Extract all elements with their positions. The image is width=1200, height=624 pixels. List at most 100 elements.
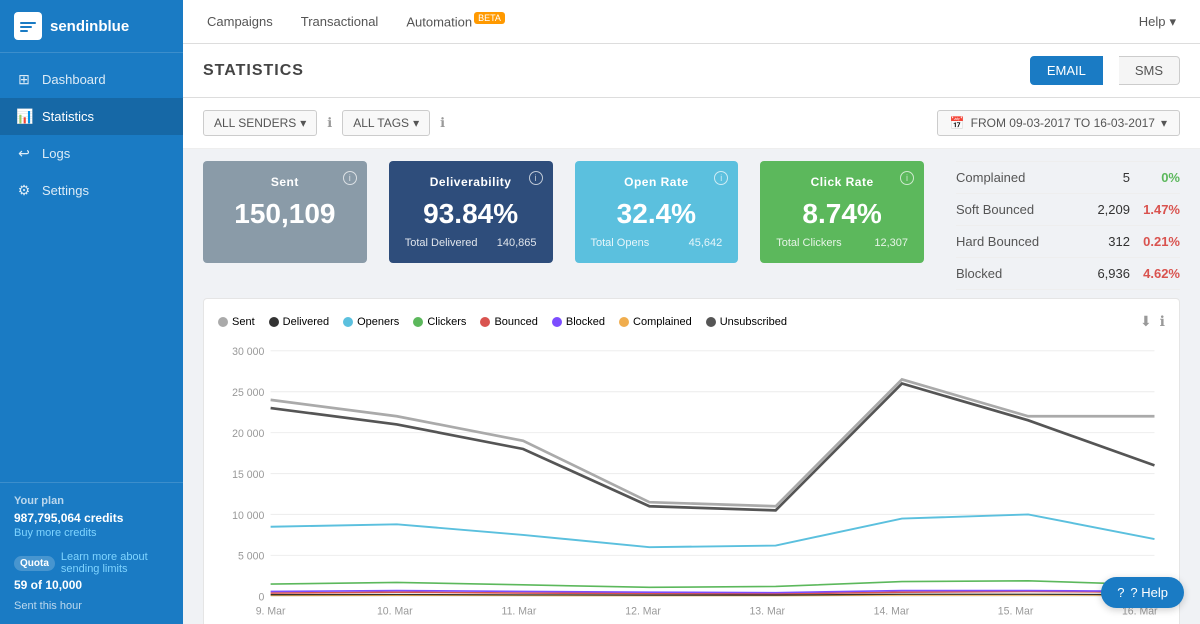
sent-info-icon[interactable]: i: [343, 171, 357, 185]
settings-icon: ⚙: [16, 182, 32, 199]
filters-row: ALL SENDERS ▾ ℹ ALL TAGS ▾ ℹ 📅 FROM 09-0…: [183, 98, 1200, 149]
quota-count: 59 of 10,000: [14, 578, 169, 592]
logs-icon: ↩: [16, 145, 32, 162]
sidebar-bottom: Your plan 987,795,064 credits Buy more c…: [0, 482, 183, 624]
help-menu[interactable]: Help ▾: [1139, 14, 1176, 30]
open-label: Open Rate: [591, 175, 723, 189]
blocked-legend-dot: [552, 317, 562, 327]
credits-count: 987,795,064 credits: [14, 511, 169, 525]
metric-cards: Sent i 150,109 Deliverability i 93.84% T…: [203, 161, 924, 263]
chart-legend: Sent Delivered Openers Clickers Bounced: [218, 313, 1165, 330]
help-float-button[interactable]: ? ? Help: [1101, 577, 1184, 608]
sidebar-item-label-statistics: Statistics: [42, 109, 94, 124]
quota-row: Quota Learn more about sending limits: [14, 551, 169, 575]
svg-text:12. Mar: 12. Mar: [625, 606, 661, 618]
legend-openers[interactable]: Openers: [343, 316, 399, 328]
delivery-label: Deliverability: [405, 175, 537, 189]
nav-transactional[interactable]: Transactional: [301, 10, 379, 33]
logo: sendinblue: [0, 0, 183, 53]
click-info-icon[interactable]: i: [900, 171, 914, 185]
buy-credits-link[interactable]: Buy more credits: [14, 527, 169, 539]
legend-clickers[interactable]: Clickers: [413, 316, 466, 328]
svg-text:11. Mar: 11. Mar: [502, 606, 537, 618]
stats-header: STATISTICS EMAIL SMS: [183, 44, 1200, 98]
sent-value: 150,109: [219, 197, 351, 231]
open-value: 32.4%: [591, 197, 723, 231]
chart-area: Sent Delivered Openers Clickers Bounced: [203, 298, 1180, 624]
chevron-down-icon: ▾: [1169, 14, 1176, 30]
open-info-icon[interactable]: i: [714, 171, 728, 185]
tab-email[interactable]: EMAIL: [1030, 56, 1103, 85]
chevron-down-icon: ▾: [413, 116, 419, 130]
legend-bounced[interactable]: Bounced: [480, 316, 537, 328]
delivered-legend-dot: [269, 317, 279, 327]
legend-sent[interactable]: Sent: [218, 316, 255, 328]
date-range-button[interactable]: 📅 FROM 09-03-2017 TO 16-03-2017 ▾: [937, 110, 1180, 136]
delivery-info-icon[interactable]: i: [529, 171, 543, 185]
tags-info-icon[interactable]: ℹ: [440, 115, 445, 131]
quota-section: Quota Learn more about sending limits 59…: [14, 551, 169, 592]
unsubscribed-legend-dot: [706, 317, 716, 327]
click-label: Click Rate: [776, 175, 908, 189]
senders-filter[interactable]: ALL SENDERS ▾: [203, 110, 317, 136]
svg-text:15 000: 15 000: [232, 469, 264, 481]
side-stat-complained: Complained 5 0%: [956, 161, 1180, 194]
complained-legend-dot: [619, 317, 629, 327]
quota-link[interactable]: Learn more about sending limits: [61, 551, 169, 575]
sent-label: Sent: [219, 175, 351, 189]
main-content: Campaigns Transactional AutomationBETA H…: [183, 0, 1200, 624]
nav-campaigns[interactable]: Campaigns: [207, 10, 273, 33]
sent-legend-dot: [218, 317, 228, 327]
sidebar-item-label-settings: Settings: [42, 183, 89, 198]
dashboard-icon: ⊞: [16, 71, 32, 88]
svg-text:14. Mar: 14. Mar: [874, 606, 910, 618]
svg-text:10 000: 10 000: [232, 510, 264, 522]
page-content: STATISTICS EMAIL SMS ALL SENDERS ▾ ℹ ALL…: [183, 44, 1200, 624]
legend-delivered[interactable]: Delivered: [269, 316, 329, 328]
chart-tools: ⬇ ℹ: [1140, 313, 1165, 330]
click-sub: Total Clickers 12,307: [776, 237, 908, 249]
legend-complained[interactable]: Complained: [619, 316, 692, 328]
svg-text:10. Mar: 10. Mar: [377, 606, 413, 618]
metric-card-open-rate: Open Rate i 32.4% Total Opens 45,642: [575, 161, 739, 263]
metric-card-deliverability: Deliverability i 93.84% Total Delivered …: [389, 161, 553, 263]
clickers-legend-dot: [413, 317, 423, 327]
senders-info-icon[interactable]: ℹ: [327, 115, 332, 131]
chevron-down-icon: ▾: [300, 116, 306, 130]
svg-text:0: 0: [258, 592, 264, 604]
svg-text:9. Mar: 9. Mar: [256, 606, 286, 618]
sidebar-item-label-logs: Logs: [42, 146, 70, 161]
svg-text:25 000: 25 000: [232, 387, 264, 399]
svg-text:30 000: 30 000: [232, 346, 264, 358]
side-stat-hard-bounced: Hard Bounced 312 0.21%: [956, 226, 1180, 258]
sidebar-item-statistics[interactable]: 📊 Statistics: [0, 98, 183, 135]
statistics-icon: 📊: [16, 108, 32, 125]
side-stat-soft-bounced: Soft Bounced 2,209 1.47%: [956, 194, 1180, 226]
tab-sms[interactable]: SMS: [1119, 56, 1180, 85]
side-stat-blocked: Blocked 6,936 4.62%: [956, 258, 1180, 290]
svg-text:5 000: 5 000: [238, 551, 264, 563]
sidebar-nav: ⊞ Dashboard 📊 Statistics ↩ Logs ⚙ Settin…: [0, 53, 183, 482]
sidebar-item-settings[interactable]: ⚙ Settings: [0, 172, 183, 209]
openers-legend-dot: [343, 317, 353, 327]
sidebar-item-label-dashboard: Dashboard: [42, 72, 106, 87]
nav-automation[interactable]: AutomationBETA: [406, 9, 505, 33]
legend-blocked[interactable]: Blocked: [552, 316, 605, 328]
open-sub: Total Opens 45,642: [591, 237, 723, 249]
tags-filter[interactable]: ALL TAGS ▾: [342, 110, 430, 136]
metrics-wrapper: Sent i 150,109 Deliverability i 93.84% T…: [183, 149, 1200, 290]
legend-unsubscribed[interactable]: Unsubscribed: [706, 316, 787, 328]
bounced-legend-dot: [480, 317, 490, 327]
sidebar-item-dashboard[interactable]: ⊞ Dashboard: [0, 61, 183, 98]
chart-info-icon[interactable]: ℹ: [1160, 313, 1165, 330]
download-chart-icon[interactable]: ⬇: [1140, 313, 1152, 330]
svg-text:20 000: 20 000: [232, 428, 264, 440]
plan-label: Your plan: [14, 495, 169, 507]
page-title: STATISTICS: [203, 62, 1014, 80]
line-chart: 0 5 000 10 000 15 000 20 000 25 000 30 0…: [218, 340, 1165, 620]
help-float-icon: ?: [1117, 585, 1124, 600]
delivery-sub: Total Delivered 140,865: [405, 237, 537, 249]
delivery-value: 93.84%: [405, 197, 537, 231]
sidebar-item-logs[interactable]: ↩ Logs: [0, 135, 183, 172]
calendar-icon: 📅: [950, 116, 965, 130]
